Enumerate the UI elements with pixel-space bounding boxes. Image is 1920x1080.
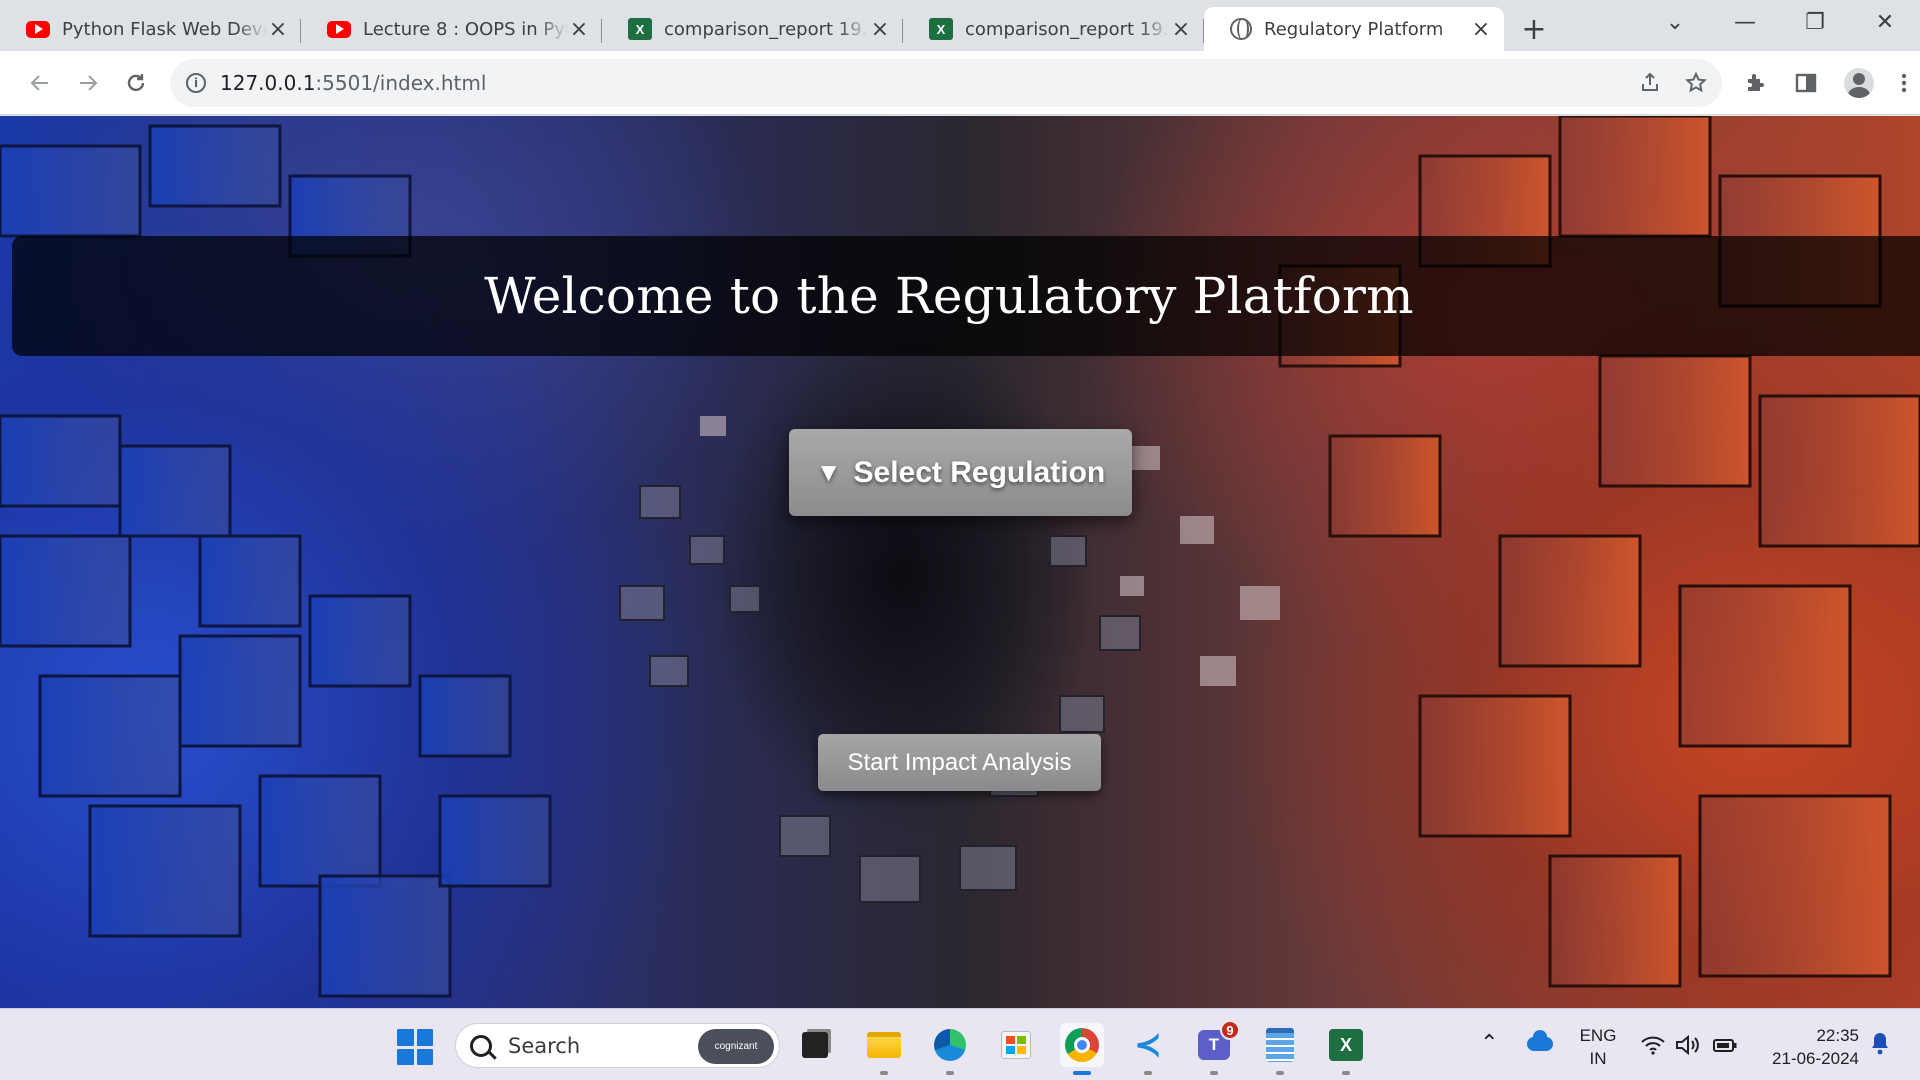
window-controls: ⌄ — ❐ ✕ [1640,0,1920,44]
back-button[interactable] [16,59,64,107]
omnibox-actions [1638,71,1708,95]
onedrive-cloud-icon[interactable] [1527,1030,1553,1051]
close-tab-icon[interactable]: × [568,17,590,42]
start-impact-analysis-button[interactable]: Start Impact Analysis [818,734,1101,791]
tab-title: comparison_report 19.xls [664,18,869,40]
youtube-icon [327,20,351,38]
tab-search-button[interactable]: ⌄ [1640,10,1710,35]
restore-button[interactable]: ❐ [1780,10,1850,35]
side-panel-icon[interactable] [1794,71,1818,95]
close-tab-icon[interactable]: × [1170,17,1192,42]
browser-tab[interactable]: Lecture 8 : OOPS in Pytho × [301,7,602,51]
vscode-icon[interactable]: ≺ [1126,1023,1170,1075]
battery-icon[interactable] [1712,1035,1738,1055]
teams-icon[interactable]: T9 [1192,1020,1240,1075]
task-view-icon[interactable] [793,1023,837,1067]
wifi-icon[interactable] [1640,1035,1666,1055]
url-text[interactable]: 127.0.0.1:5501/index.html [220,71,486,95]
tab-title: comparison_report 19.xls [965,18,1170,40]
welcome-banner: Welcome to the Regulatory Platform [12,236,1920,356]
search-placeholder: Search [508,1033,581,1058]
tab-title: Python Flask Web Develo [62,18,267,40]
url-host: 127.0.0.1 [220,70,316,95]
close-tab-icon[interactable]: × [869,17,891,42]
browser-tab-active[interactable]: Regulatory Platform × [1204,7,1504,51]
notepad-icon[interactable] [1258,1023,1302,1075]
teams-notification-badge: 9 [1220,1020,1240,1040]
profile-avatar[interactable] [1844,67,1874,98]
tab-strip: Python Flask Web Develo × Lecture 8 : OO… [0,0,1920,51]
system-clock[interactable]: 22:35 21-06-2024 [1757,1024,1859,1070]
youtube-icon [26,20,50,38]
excel-icon[interactable]: X [1324,1023,1368,1075]
browser-tab[interactable]: X comparison_report 19.xls × [903,7,1204,51]
edge-browser-icon[interactable] [928,1023,972,1075]
browser-tab[interactable]: X comparison_report 19.xls × [602,7,903,51]
language-code: ENG [1579,1026,1617,1045]
excel-icon: X [628,18,652,40]
new-tab-button[interactable]: + [1512,7,1556,51]
clock-time: 22:35 [1816,1026,1859,1045]
file-explorer-icon[interactable] [862,1023,906,1075]
browser-tab[interactable]: Python Flask Web Develo × [0,7,301,51]
select-regulation-label: Select Regulation [853,455,1106,489]
reload-icon [127,73,145,91]
speaker-icon[interactable] [1674,1034,1700,1056]
close-tab-icon[interactable]: × [1470,17,1492,42]
windows-start-icon[interactable] [397,1029,433,1065]
dropdown-triangle-icon: ▼ [815,457,842,487]
search-icon [470,1034,492,1057]
notification-bell-icon[interactable] [1870,1031,1890,1055]
close-window-button[interactable]: ✕ [1850,10,1920,35]
page-viewport: Welcome to the Regulatory Platform ▼ Sel… [0,116,1920,1008]
page-title: Welcome to the Regulatory Platform [484,267,1414,325]
tab-title: Regulatory Platform [1264,18,1444,40]
clock-date: 21-06-2024 [1772,1049,1859,1068]
search-highlight-chip: cognizant [698,1029,774,1064]
language-indicator[interactable]: ENG IN [1578,1024,1618,1070]
bookmark-star-icon[interactable] [1684,71,1708,95]
arrow-right-icon [80,74,98,91]
select-regulation-dropdown[interactable]: ▼ Select Regulation [789,429,1132,516]
arrow-left-icon [30,74,48,91]
url-path: :5501/index.html [315,70,487,95]
tab-title: Lecture 8 : OOPS in Pytho [363,18,568,40]
language-region: IN [1589,1049,1607,1068]
minimize-button[interactable]: — [1710,10,1780,35]
toolbar-icons [1744,67,1908,98]
globe-icon [1230,18,1252,40]
close-tab-icon[interactable]: × [267,17,289,42]
chrome-icon[interactable] [1060,1023,1104,1075]
browser-toolbar: i 127.0.0.1:5501/index.html [0,51,1920,115]
more-menu-icon[interactable] [1900,71,1908,95]
site-info-icon[interactable]: i [186,72,206,93]
address-bar[interactable]: i 127.0.0.1:5501/index.html [170,58,1722,107]
chevron-up-icon[interactable]: ⌃ [1480,1031,1498,1056]
share-icon[interactable] [1638,71,1662,95]
taskbar-search[interactable]: Search cognizant [455,1023,780,1068]
extensions-icon[interactable] [1744,71,1768,95]
reload-button[interactable] [112,59,160,107]
forward-button[interactable] [64,59,112,107]
microsoft-store-icon[interactable] [994,1023,1038,1067]
windows-taskbar: Search cognizant ≺ T9 X ⌃ ENG IN 22:35 2… [0,1008,1920,1080]
excel-icon: X [929,18,953,40]
